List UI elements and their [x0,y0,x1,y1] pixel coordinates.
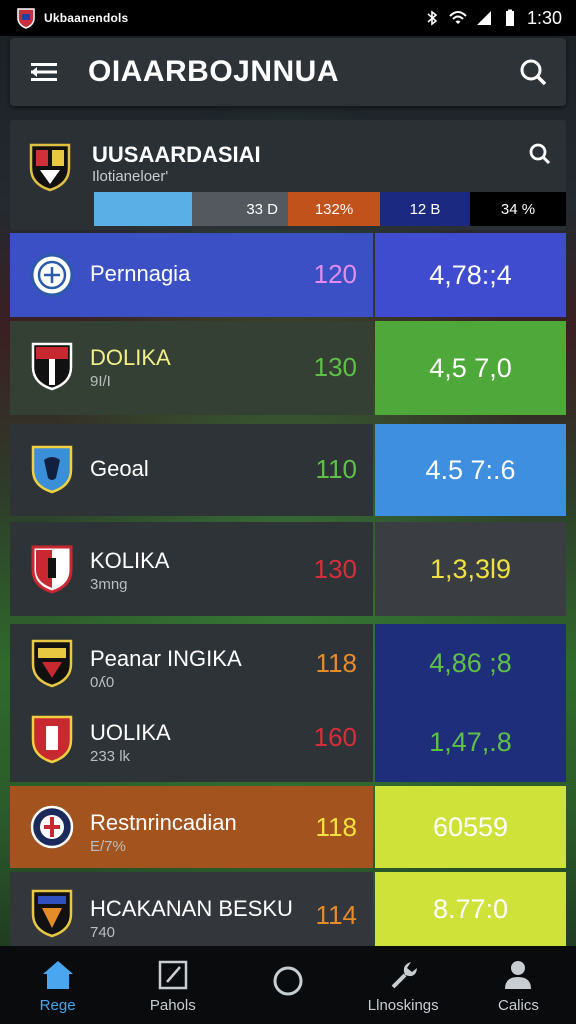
team-name: Pernnagia [90,261,191,286]
team-subtext: 9I/I [90,373,111,390]
team-value: 4,5 7,0 [375,321,566,415]
row-team-cell: DOLIKA 9I/I 130 [10,321,373,415]
team-name: Geoal [90,456,149,481]
status-app-name: Ukbaanendols [44,11,129,25]
league-summary-card[interactable]: UUSAARDASIAI Ilotianeloer' 33 D 132% 12 … [10,120,566,230]
team-points: 114 [315,900,357,930]
summary-subtitle: Ilotianeloer' [92,168,169,185]
team-name: Restnrincadian [90,810,237,835]
team-subtext: E/7% [90,838,126,855]
team-value: 8.77:0 [375,872,566,946]
stat-bar: 33 D 132% 12 B 34 % [94,192,566,226]
wifi-icon [449,11,467,24]
row-team-cell: Pernnagia 120 [10,233,373,317]
red-black-shield-crest-icon [31,342,73,391]
team-points: 118 [315,812,357,842]
tab-home[interactable]: Rege [0,946,115,1024]
tab-rankings[interactable]: Llnoskings [346,946,461,1024]
tab-circle[interactable] [230,946,345,1024]
page-title: OIAARBOJNNUA [88,55,340,88]
row-team-cell: KOLIKA 3mng 130 [10,522,373,616]
navy-red-round-crest-icon [30,805,74,849]
standings-row[interactable]: HCAKANAN BESKU 740 114 8.77:0 [10,872,566,946]
team-points: 130 [313,554,357,584]
team-value: 1,47,.8 [429,727,512,757]
edit-square-icon [158,960,188,989]
red-yellow-shield-crest-icon [31,715,73,764]
team-value: 4.5 7:.6 [375,424,566,516]
tab-pahols[interactable]: Pahols [115,946,230,1024]
team-subtext: 3mng [90,576,128,593]
tab-label: Llnoskings [367,996,439,1014]
team-points: 118 [315,648,357,678]
hamburger-menu-icon[interactable] [28,56,60,88]
search-icon[interactable] [518,57,548,87]
standings-row[interactable]: Geoal 110 4.5 7:.6 [10,424,566,516]
circle-icon [273,966,303,996]
standings-group: Peanar INGIKA 0ʎ0 118 UOLIKA 233 lk 160 … [10,624,566,782]
row-team-group-cell: Peanar INGIKA 0ʎ0 118 UOLIKA 233 lk 160 [10,624,373,782]
standings-row[interactable]: Pernnagia 120 4,78:;4 [10,233,566,317]
status-bar: Ukbaanendols 1:30 [0,0,576,36]
team-name: HCAKANAN BESKU [90,896,293,921]
tab-label: Calics [497,996,539,1014]
team-name: KOLIKA [90,548,170,573]
team-points: 160 [313,722,357,752]
stat-segment: 12 B [380,192,470,226]
blue-white-round-crest-icon [30,253,74,297]
stat-segment: 132% [288,192,380,226]
bluetooth-icon [427,10,438,26]
team-points: 130 [313,352,357,382]
team-subtext: 233 lk [90,748,131,765]
team-points: 120 [313,259,357,289]
app-bar: OIAARBOJNNUA [10,38,566,106]
blue-yellow-shield-crest-icon [31,445,73,494]
row-team-cell: Restnrincadian E/7% 118 [10,786,373,868]
search-icon[interactable] [528,142,552,166]
team-subtext: 740 [90,924,116,941]
stat-segment: 33 D [192,192,288,226]
dark-orange-shield-crest-icon [31,889,73,938]
team-name[interactable]: Peanar INGIKA [90,646,242,672]
league-crest-icon [29,143,71,192]
stat-segment: 34 % [470,192,566,226]
summary-title: UUSAARDASIAI [92,142,261,167]
standings-row[interactable]: DOLIKA 9I/I 130 4,5 7,0 [10,321,566,415]
team-name: DOLIKA [90,345,171,370]
stat-segment [94,192,192,226]
team-value: 4,86 ;8 [429,648,512,678]
person-icon [505,960,532,989]
black-yellow-shield-crest-icon [31,639,73,688]
team-name[interactable]: UOLIKA [90,720,171,746]
status-time: 1:30 [526,7,562,28]
standings-row[interactable]: Restnrincadian E/7% 118 60559 [10,786,566,868]
team-subtext: 0ʎ0 [90,674,115,691]
tab-label: Pahols [149,996,196,1014]
row-team-cell: HCAKANAN BESKU 740 114 [10,872,373,946]
standings-row[interactable]: KOLIKA 3mng 130 1,3,3l9 [10,522,566,616]
wrench-icon [391,961,418,988]
home-icon [42,960,73,989]
tab-profile[interactable]: Calics [461,946,576,1024]
team-points: 110 [315,454,357,484]
team-value: 1,3,3l9 [375,522,566,616]
bottom-tab-bar: Rege Pahols Llnoskings Calics [0,946,576,1024]
team-value: 60559 [375,786,566,868]
signal-icon [476,11,491,25]
team-value: 4,78:;4 [375,233,566,317]
row-team-cell: Geoal 110 [10,424,373,516]
red-white-shield-crest-icon [31,545,73,594]
battery-icon [505,9,514,26]
team-value-group: 4,86 ;8 1,47,.8 [375,624,566,782]
tab-label: Rege [39,996,76,1014]
app-logo-icon [17,8,35,29]
